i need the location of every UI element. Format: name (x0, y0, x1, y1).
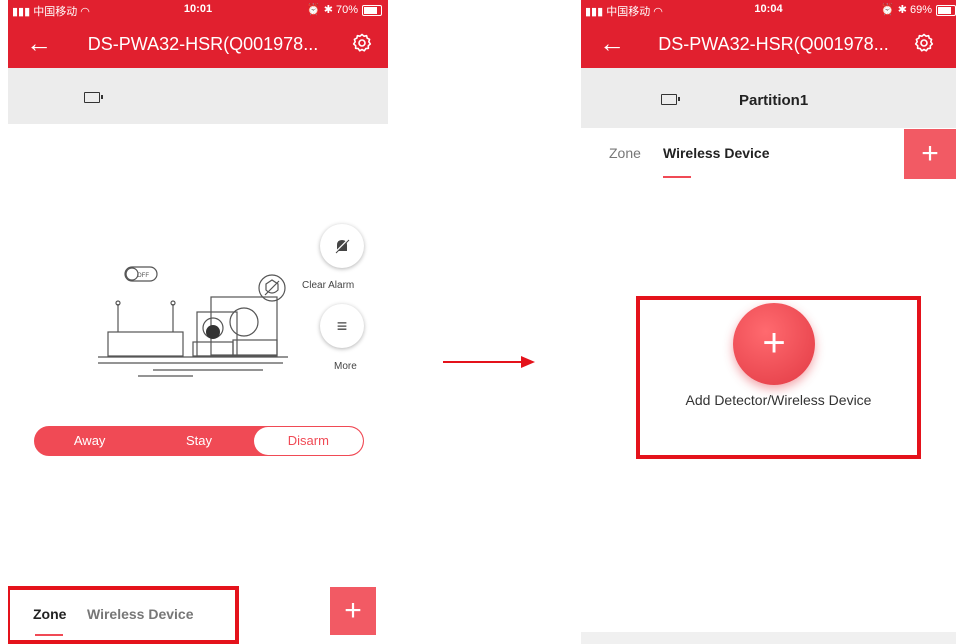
left-phone-screen: ▮▮▮ 中国移动 ◠ 10:01 ⏰ ✱ 70% ← DS-PWA32-HSR(… (8, 0, 388, 644)
back-arrow-icon[interactable]: ← (599, 30, 625, 56)
disarm-mode-button[interactable]: Disarm (253, 427, 363, 455)
partition-header[interactable]: Partition1 (581, 68, 956, 128)
tab-zone[interactable]: Zone (609, 145, 641, 161)
more-label: More (334, 361, 357, 372)
bluetooth-icon: ✱ (897, 4, 907, 16)
clear-alarm-button[interactable] (320, 224, 364, 268)
right-phone-screen: ▮▮▮ 中国移动 ◠ 10:04 ⏰ ✱ 69% ← DS-PWA32-HSR(… (581, 0, 956, 644)
battery-icon (362, 5, 382, 16)
bluetooth-icon: ✱ (323, 4, 333, 16)
nav-bar: ← DS-PWA32-HSR(Q001978... (8, 20, 388, 68)
add-zone-button[interactable]: + (330, 587, 376, 635)
battery-percent: ⏰ ✱ 69% (880, 4, 932, 16)
add-device-button[interactable]: + (904, 129, 956, 179)
stay-mode-button[interactable]: Stay (144, 427, 253, 455)
back-arrow-icon[interactable]: ← (26, 30, 52, 56)
status-bar: ▮▮▮ 中国移动 ◠ 10:04 ⏰ ✱ 69% (581, 0, 956, 20)
add-detector-label: Add Detector/Wireless Device (685, 392, 872, 408)
more-button[interactable]: ≡ (320, 304, 364, 348)
alarm-clock-icon: ⏰ (306, 4, 321, 16)
toggle-off-label: OFF (137, 273, 149, 279)
device-title: DS-PWA32-HSR(Q001978... (87, 34, 319, 54)
battery-icon (936, 5, 956, 16)
alarm-clock-icon: ⏰ (880, 4, 895, 16)
active-tab-indicator (35, 634, 63, 636)
status-bar: ▮▮▮ 中国移动 ◠ 10:01 ⏰ ✱ 70% (8, 0, 388, 20)
arm-mode-selector: Away Stay Disarm (34, 426, 364, 456)
battery-percent: ⏰ ✱ 70% (306, 4, 358, 16)
device-title: DS-PWA32-HSR(Q001978... (658, 34, 889, 54)
gear-icon[interactable] (352, 33, 372, 53)
gear-icon[interactable] (914, 33, 934, 53)
partition-header[interactable] (8, 68, 388, 124)
active-tab-indicator (663, 176, 691, 178)
tab-zone[interactable]: Zone (33, 606, 66, 622)
tab-wireless-device[interactable]: Wireless Device (663, 145, 770, 161)
nav-bar: ← DS-PWA32-HSR(Q001978... (581, 20, 956, 68)
security-system-illustration: OFF (98, 266, 288, 377)
away-mode-button[interactable]: Away (35, 427, 144, 455)
arrow-head-icon (521, 356, 535, 368)
bottom-bar (581, 632, 956, 644)
tab-wireless-device[interactable]: Wireless Device (87, 606, 194, 622)
partition-name: Partition1 (739, 92, 809, 109)
add-detector-plus-button[interactable]: + (733, 303, 815, 385)
menu-icon: ≡ (336, 315, 348, 336)
clear-alarm-label: Clear Alarm (302, 280, 355, 291)
battery-status-icon (661, 94, 680, 105)
alarm-off-icon (334, 238, 350, 254)
battery-status-icon (84, 92, 103, 103)
transition-arrow (443, 361, 523, 363)
